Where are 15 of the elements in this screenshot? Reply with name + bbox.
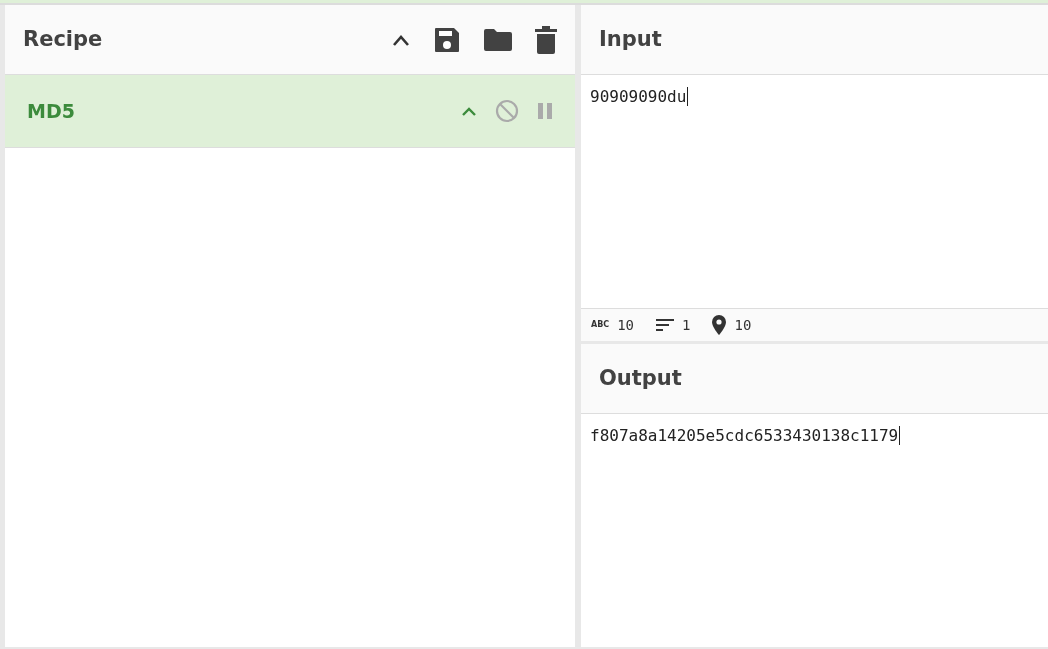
operation-name: MD5 — [27, 98, 75, 124]
stat-value: 10 — [734, 315, 752, 335]
abc-icon: ABC — [591, 319, 610, 331]
stat-value: 10 — [617, 315, 635, 335]
save-icon[interactable] — [433, 25, 461, 54]
output-title: Output — [599, 364, 682, 392]
trash-icon[interactable] — [535, 25, 557, 54]
location-pin-icon — [712, 315, 727, 335]
output-text: f807a8a14205e5cdc6533430138c1179 — [590, 426, 901, 445]
recipe-title: Recipe — [23, 25, 103, 53]
stat-value: 1 — [682, 315, 691, 335]
input-text[interactable]: 90909090du — [590, 87, 689, 106]
lines-icon — [656, 318, 675, 332]
folder-icon[interactable] — [483, 27, 513, 52]
input-title: Input — [599, 25, 662, 53]
